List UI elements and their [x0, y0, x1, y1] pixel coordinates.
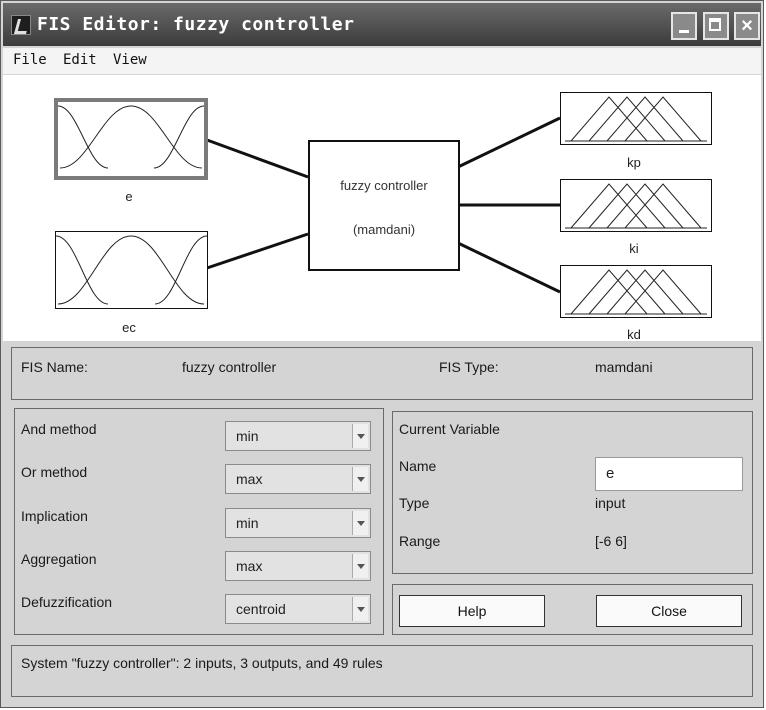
fis-type-label: FIS Type: — [439, 359, 499, 375]
minimize-icon[interactable] — [671, 12, 697, 40]
fis-editor-window: FIS Editor: fuzzy controller × File Edit… — [0, 0, 764, 708]
output-kp-triangle-mf-icon — [565, 96, 707, 142]
input-ec-label: ec — [122, 320, 136, 335]
output-kd-box[interactable] — [560, 265, 712, 318]
fis-system-name: fuzzy controller — [340, 178, 428, 193]
input-ec-box[interactable] — [55, 231, 208, 309]
defuzzification-value: centroid — [236, 601, 286, 617]
implication-value: min — [236, 515, 259, 531]
output-ki-box[interactable] — [560, 179, 712, 232]
title-bar[interactable]: FIS Editor: fuzzy controller × — [3, 3, 761, 46]
aggregation-select[interactable]: max — [225, 551, 371, 581]
or-method-select[interactable]: max — [225, 464, 371, 494]
variable-type-value: input — [595, 495, 626, 511]
chevron-down-icon[interactable] — [352, 597, 368, 621]
close-button[interactable]: Close — [596, 595, 742, 627]
or-method-label: Or method — [21, 464, 88, 480]
defuzzification-select[interactable]: centroid — [225, 594, 371, 624]
chevron-down-icon[interactable] — [352, 554, 368, 578]
variable-name-label: Name — [399, 458, 437, 474]
variable-type-label: Type — [399, 495, 430, 511]
chevron-down-icon[interactable] — [352, 424, 368, 448]
fis-system-box[interactable]: fuzzy controller (mamdani) — [308, 140, 460, 271]
current-variable-header: Current Variable — [399, 421, 500, 437]
variable-range-value: [-6 6] — [595, 533, 627, 549]
chevron-down-icon[interactable] — [352, 467, 368, 491]
fis-name-value: fuzzy controller — [182, 359, 277, 375]
and-method-select[interactable]: min — [225, 421, 371, 451]
menu-edit[interactable]: Edit — [63, 52, 97, 68]
output-kp-label: kp — [627, 155, 641, 170]
fis-name-label: FIS Name: — [21, 359, 88, 375]
status-panel — [11, 645, 753, 697]
output-kd-triangle-mf-icon — [565, 269, 707, 315]
menu-bar: File Edit View — [3, 48, 761, 74]
and-method-value: min — [236, 428, 259, 444]
status-text: System "fuzzy controller": 2 inputs, 3 o… — [21, 655, 383, 671]
fis-diagram: e ec fuzzy controller (mamdani) kp ki kd — [3, 75, 761, 341]
matlab-app-icon — [11, 15, 31, 35]
window-title: FIS Editor: fuzzy controller — [37, 14, 355, 35]
variable-name-input[interactable]: e — [595, 457, 743, 491]
output-ki-label: ki — [629, 241, 639, 256]
defuzzification-label: Defuzzification — [21, 594, 113, 610]
aggregation-label: Aggregation — [21, 551, 97, 567]
fis-system-type: (mamdani) — [352, 222, 416, 237]
variable-range-label: Range — [399, 533, 441, 549]
or-method-value: max — [236, 471, 263, 487]
close-icon[interactable]: × — [734, 12, 760, 40]
close-glyph: × — [741, 15, 753, 37]
menu-file[interactable]: File — [13, 52, 47, 68]
output-ki-triangle-mf-icon — [565, 183, 707, 229]
output-kp-box[interactable] — [560, 92, 712, 145]
fis-type-value: mamdani — [595, 359, 653, 375]
menu-view[interactable]: View — [113, 52, 147, 68]
input-e-box[interactable] — [54, 98, 208, 180]
and-method-label: And method — [21, 421, 97, 437]
maximize-icon[interactable] — [703, 12, 729, 40]
output-kd-label: kd — [627, 327, 641, 341]
input-e-label: e — [125, 189, 133, 204]
implication-label: Implication — [21, 508, 88, 524]
aggregation-value: max — [236, 558, 263, 574]
input-e-gaussian-mf-icon — [57, 105, 205, 169]
variable-name-value: e — [606, 465, 615, 482]
implication-select[interactable]: min — [225, 508, 371, 538]
input-ec-gaussian-mf-icon — [55, 235, 208, 305]
help-button[interactable]: Help — [399, 595, 545, 627]
chevron-down-icon[interactable] — [352, 511, 368, 535]
